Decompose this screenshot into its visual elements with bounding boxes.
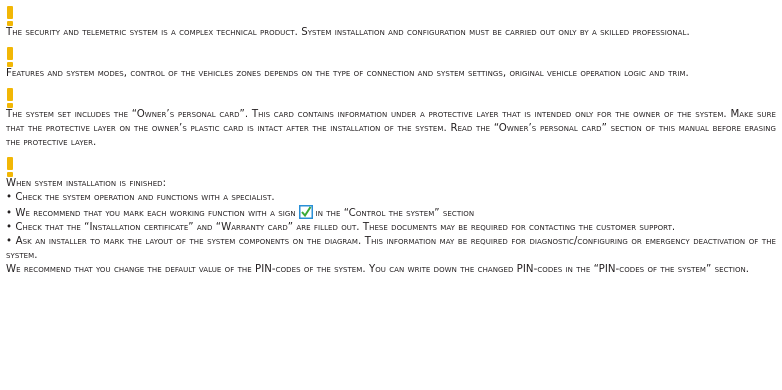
notice-text: The system set includes the “Owner’s per… <box>6 109 776 148</box>
exclamation-mark-icon <box>6 47 14 67</box>
list-item: • Check the system operation and functio… <box>6 192 275 203</box>
list-item: • We recommend that you mark each workin… <box>6 205 776 221</box>
document-page: The security and telemetric system is a … <box>6 0 776 277</box>
exclamation-mark-icon <box>6 88 14 108</box>
list-item: • Ask an installer to mark the layout of… <box>6 236 776 261</box>
closing-text: We recommend that you change the default… <box>6 264 750 275</box>
decorative-header-mark <box>34 0 114 3</box>
notice-text: Features and system modes, control of th… <box>6 68 689 79</box>
notice-heading: When system installation is finished: <box>6 178 167 189</box>
exclamation-mark-icon <box>6 157 14 177</box>
list-item-text: • We recommend that you mark each workin… <box>6 208 296 219</box>
list-item-text: in the “Control the system” section <box>315 208 475 219</box>
exclamation-mark-icon <box>6 6 14 26</box>
notice-text: The security and telemetric system is a … <box>6 27 690 38</box>
notice-post-installation: When system installation is finished: • … <box>6 157 776 277</box>
notice-features: Features and system modes, control of th… <box>6 47 776 81</box>
notice-installation: The security and telemetric system is a … <box>6 6 776 40</box>
checkbox-checked-icon <box>298 205 313 219</box>
list-item: • Check that the “Installation certifica… <box>6 222 676 233</box>
notice-owner-card: The system set includes the “Owner’s per… <box>6 88 776 150</box>
